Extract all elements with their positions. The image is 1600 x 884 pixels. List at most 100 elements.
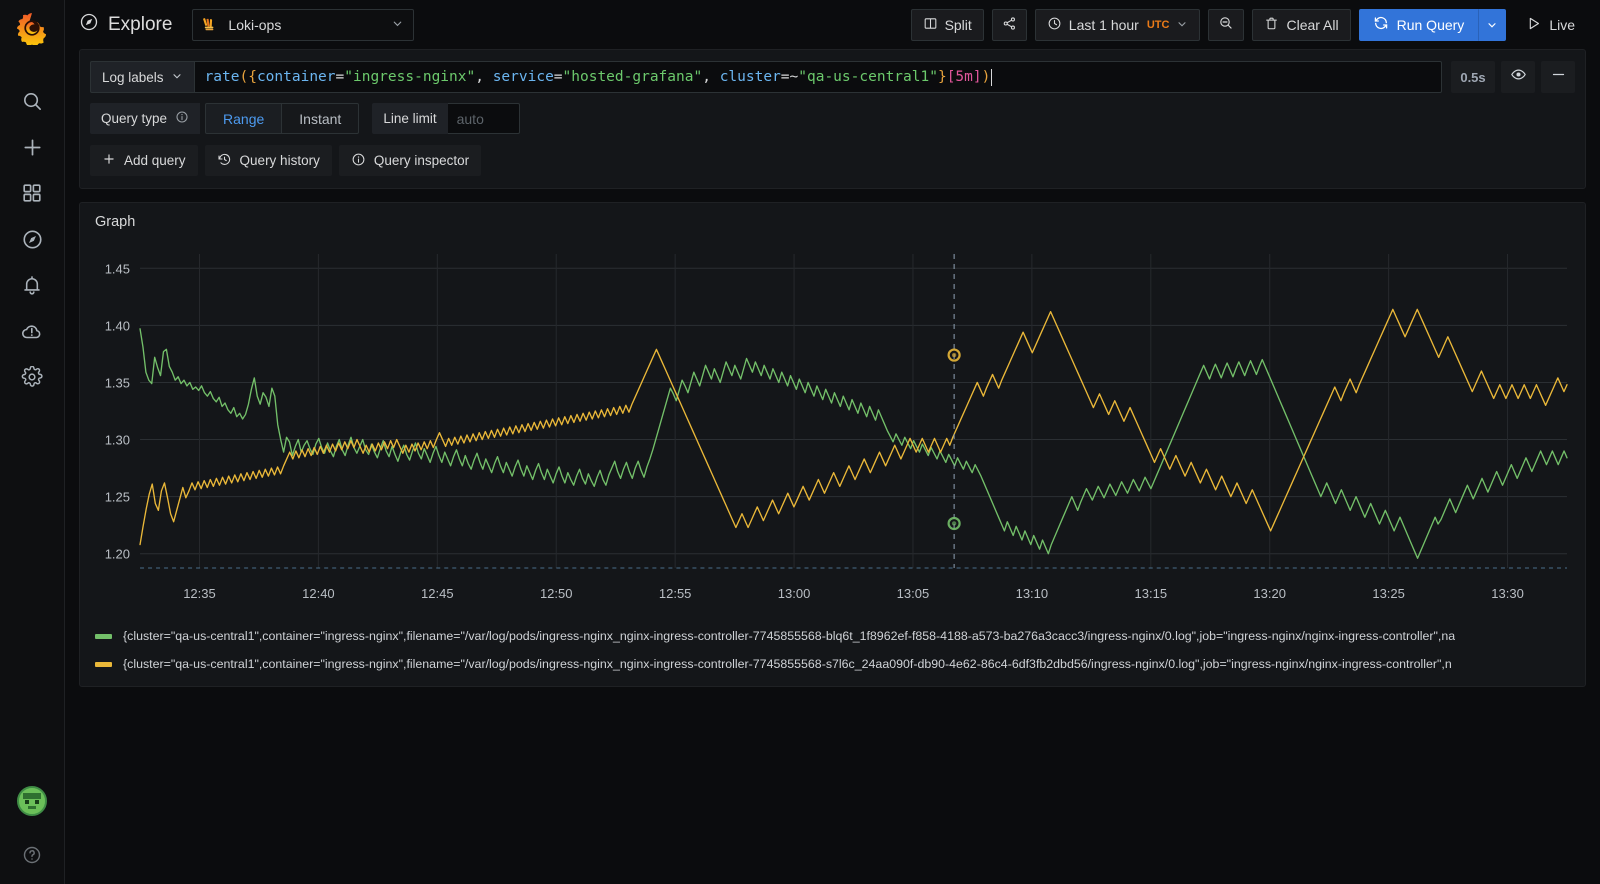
sidebar-item-incidents[interactable]	[10, 308, 54, 354]
share-button[interactable]	[992, 9, 1027, 41]
query-type-text: Query type	[101, 111, 167, 126]
info-circle-icon[interactable]	[175, 110, 189, 127]
datasource-name: Loki-ops	[228, 17, 382, 33]
user-avatar[interactable]	[17, 786, 47, 816]
legend-color-swatch	[95, 662, 112, 667]
legend-label: {cluster="qa-us-central1",container="ing…	[123, 657, 1452, 671]
graph-plot-area[interactable]: 1.201.251.301.351.401.4512:3512:4012:451…	[92, 246, 1573, 616]
page-title: Explore	[79, 12, 172, 38]
sidebar-item-alerting[interactable]	[10, 262, 54, 308]
minus-icon	[1550, 66, 1567, 88]
line-limit-label: Line limit	[372, 103, 447, 134]
x-axis-tick-label: 12:40	[302, 586, 335, 601]
eye-icon	[1510, 66, 1527, 88]
add-query-button[interactable]: Add query	[90, 145, 198, 176]
grafana-logo-icon[interactable]	[12, 8, 52, 48]
query-input[interactable]: rate({container="ingress-nginx", service…	[195, 61, 1442, 93]
explore-content: Log labels rate({container="ingress-ngin…	[65, 49, 1600, 884]
query-type-instant[interactable]: Instant	[282, 103, 359, 134]
graph-svg[interactable]: 1.201.251.301.351.401.4512:3512:4012:451…	[92, 246, 1573, 616]
sidebar-item-create[interactable]	[10, 124, 54, 170]
magnifier-minus-icon	[1218, 15, 1234, 34]
x-axis-tick-label: 13:30	[1491, 586, 1524, 601]
query-meta: 0.5s	[1451, 61, 1575, 93]
series-line	[140, 329, 1567, 559]
x-axis-tick-label: 13:20	[1253, 586, 1286, 601]
graph-panel-title: Graph	[92, 214, 1573, 230]
y-axis-tick-label: 1.30	[105, 433, 130, 448]
query-type-label: Query type	[90, 103, 200, 134]
chevron-down-icon	[391, 17, 404, 33]
sidebar-item-search[interactable]	[10, 78, 54, 124]
query-expression: rate({container="ingress-nginx", service…	[205, 69, 991, 85]
query-inspector-label: Query inspector	[374, 153, 469, 168]
toolbar-actions: Split Last	[911, 9, 1586, 41]
query-row: Log labels rate({container="ingress-ngin…	[90, 61, 1575, 93]
clock-icon	[1047, 16, 1062, 34]
clear-all-label: Clear All	[1286, 17, 1338, 33]
query-history-button[interactable]: Query history	[205, 145, 332, 176]
x-axis-tick-label: 13:25	[1372, 586, 1405, 601]
y-axis-tick-label: 1.20	[105, 547, 130, 562]
query-inspector-button[interactable]: Query inspector	[339, 145, 481, 176]
sidebar-item-dashboards[interactable]	[10, 170, 54, 216]
run-query-options-button[interactable]	[1478, 9, 1506, 41]
time-range-label: Last 1 hour	[1069, 17, 1139, 33]
clear-all-button[interactable]: Clear All	[1252, 9, 1350, 41]
graph-legend: {cluster="qa-us-central1",container="ing…	[92, 622, 1573, 678]
page-title-label: Explore	[108, 14, 172, 36]
sync-refresh-icon	[1373, 15, 1389, 34]
time-range-picker[interactable]: Last 1 hour UTC	[1035, 9, 1201, 41]
x-axis-tick-label: 12:50	[540, 586, 573, 601]
history-icon	[217, 152, 232, 170]
query-actions-row: Add query Query history	[90, 145, 1575, 176]
play-icon	[1525, 15, 1542, 35]
split-button-label: Split	[945, 17, 972, 33]
y-axis-tick-label: 1.35	[105, 375, 130, 390]
loki-logo-icon	[202, 16, 219, 33]
sidebar-item-explore[interactable]	[10, 216, 54, 262]
toggle-visibility-button[interactable]	[1501, 61, 1535, 93]
graph-panel: Graph 1.201.251.301.351.401.4512:3512:40…	[79, 202, 1586, 687]
grafana-app: Explore Loki-ops	[0, 0, 1600, 884]
sidebar-item-configuration[interactable]	[10, 354, 54, 400]
run-query-button[interactable]: Run Query	[1359, 9, 1479, 41]
legend-item-series-2[interactable]: {cluster="qa-us-central1",container="ing…	[95, 650, 1573, 678]
text-caret	[991, 69, 992, 86]
zoom-out-button[interactable]	[1208, 9, 1244, 41]
run-query-label: Run Query	[1397, 17, 1465, 33]
datasource-picker[interactable]: Loki-ops	[192, 9, 414, 41]
y-axis-tick-label: 1.40	[105, 318, 130, 333]
info-circle-icon	[351, 152, 366, 170]
trash-icon	[1264, 16, 1279, 34]
live-button-label: Live	[1549, 17, 1575, 33]
chevron-down-icon	[1176, 17, 1188, 33]
plus-icon	[102, 152, 116, 169]
live-button[interactable]: Live	[1514, 9, 1586, 41]
query-type-segments: Range Instant	[205, 103, 359, 134]
help-icon[interactable]	[10, 832, 54, 878]
x-axis-tick-label: 12:55	[659, 586, 692, 601]
remove-query-button[interactable]	[1541, 61, 1575, 93]
x-axis-tick-label: 12:35	[183, 586, 216, 601]
y-axis-tick-label: 1.45	[105, 261, 130, 276]
legend-item-series-1[interactable]: {cluster="qa-us-central1",container="ing…	[95, 622, 1573, 650]
legend-color-swatch	[95, 634, 112, 639]
legend-label: {cluster="qa-us-central1",container="ing…	[123, 629, 1455, 643]
split-button[interactable]: Split	[911, 9, 984, 41]
x-axis-tick-label: 13:10	[1016, 586, 1049, 601]
nav-sidebar	[0, 0, 65, 884]
share-nodes-icon	[1002, 16, 1017, 34]
add-query-label: Add query	[124, 153, 186, 168]
log-labels-button[interactable]: Log labels	[90, 61, 195, 93]
compass-icon	[79, 12, 99, 38]
line-limit-input[interactable]	[448, 103, 520, 134]
log-labels-label: Log labels	[102, 70, 164, 85]
time-zone-label: UTC	[1147, 19, 1170, 31]
query-history-label: Query history	[240, 153, 320, 168]
main-area: Explore Loki-ops	[65, 0, 1600, 884]
query-duration: 0.5s	[1451, 61, 1495, 93]
query-type-range[interactable]: Range	[205, 103, 282, 134]
query-editor-panel: Log labels rate({container="ingress-ngin…	[79, 49, 1586, 189]
query-options-row: Query type Range Instant Line limit	[90, 103, 1575, 134]
